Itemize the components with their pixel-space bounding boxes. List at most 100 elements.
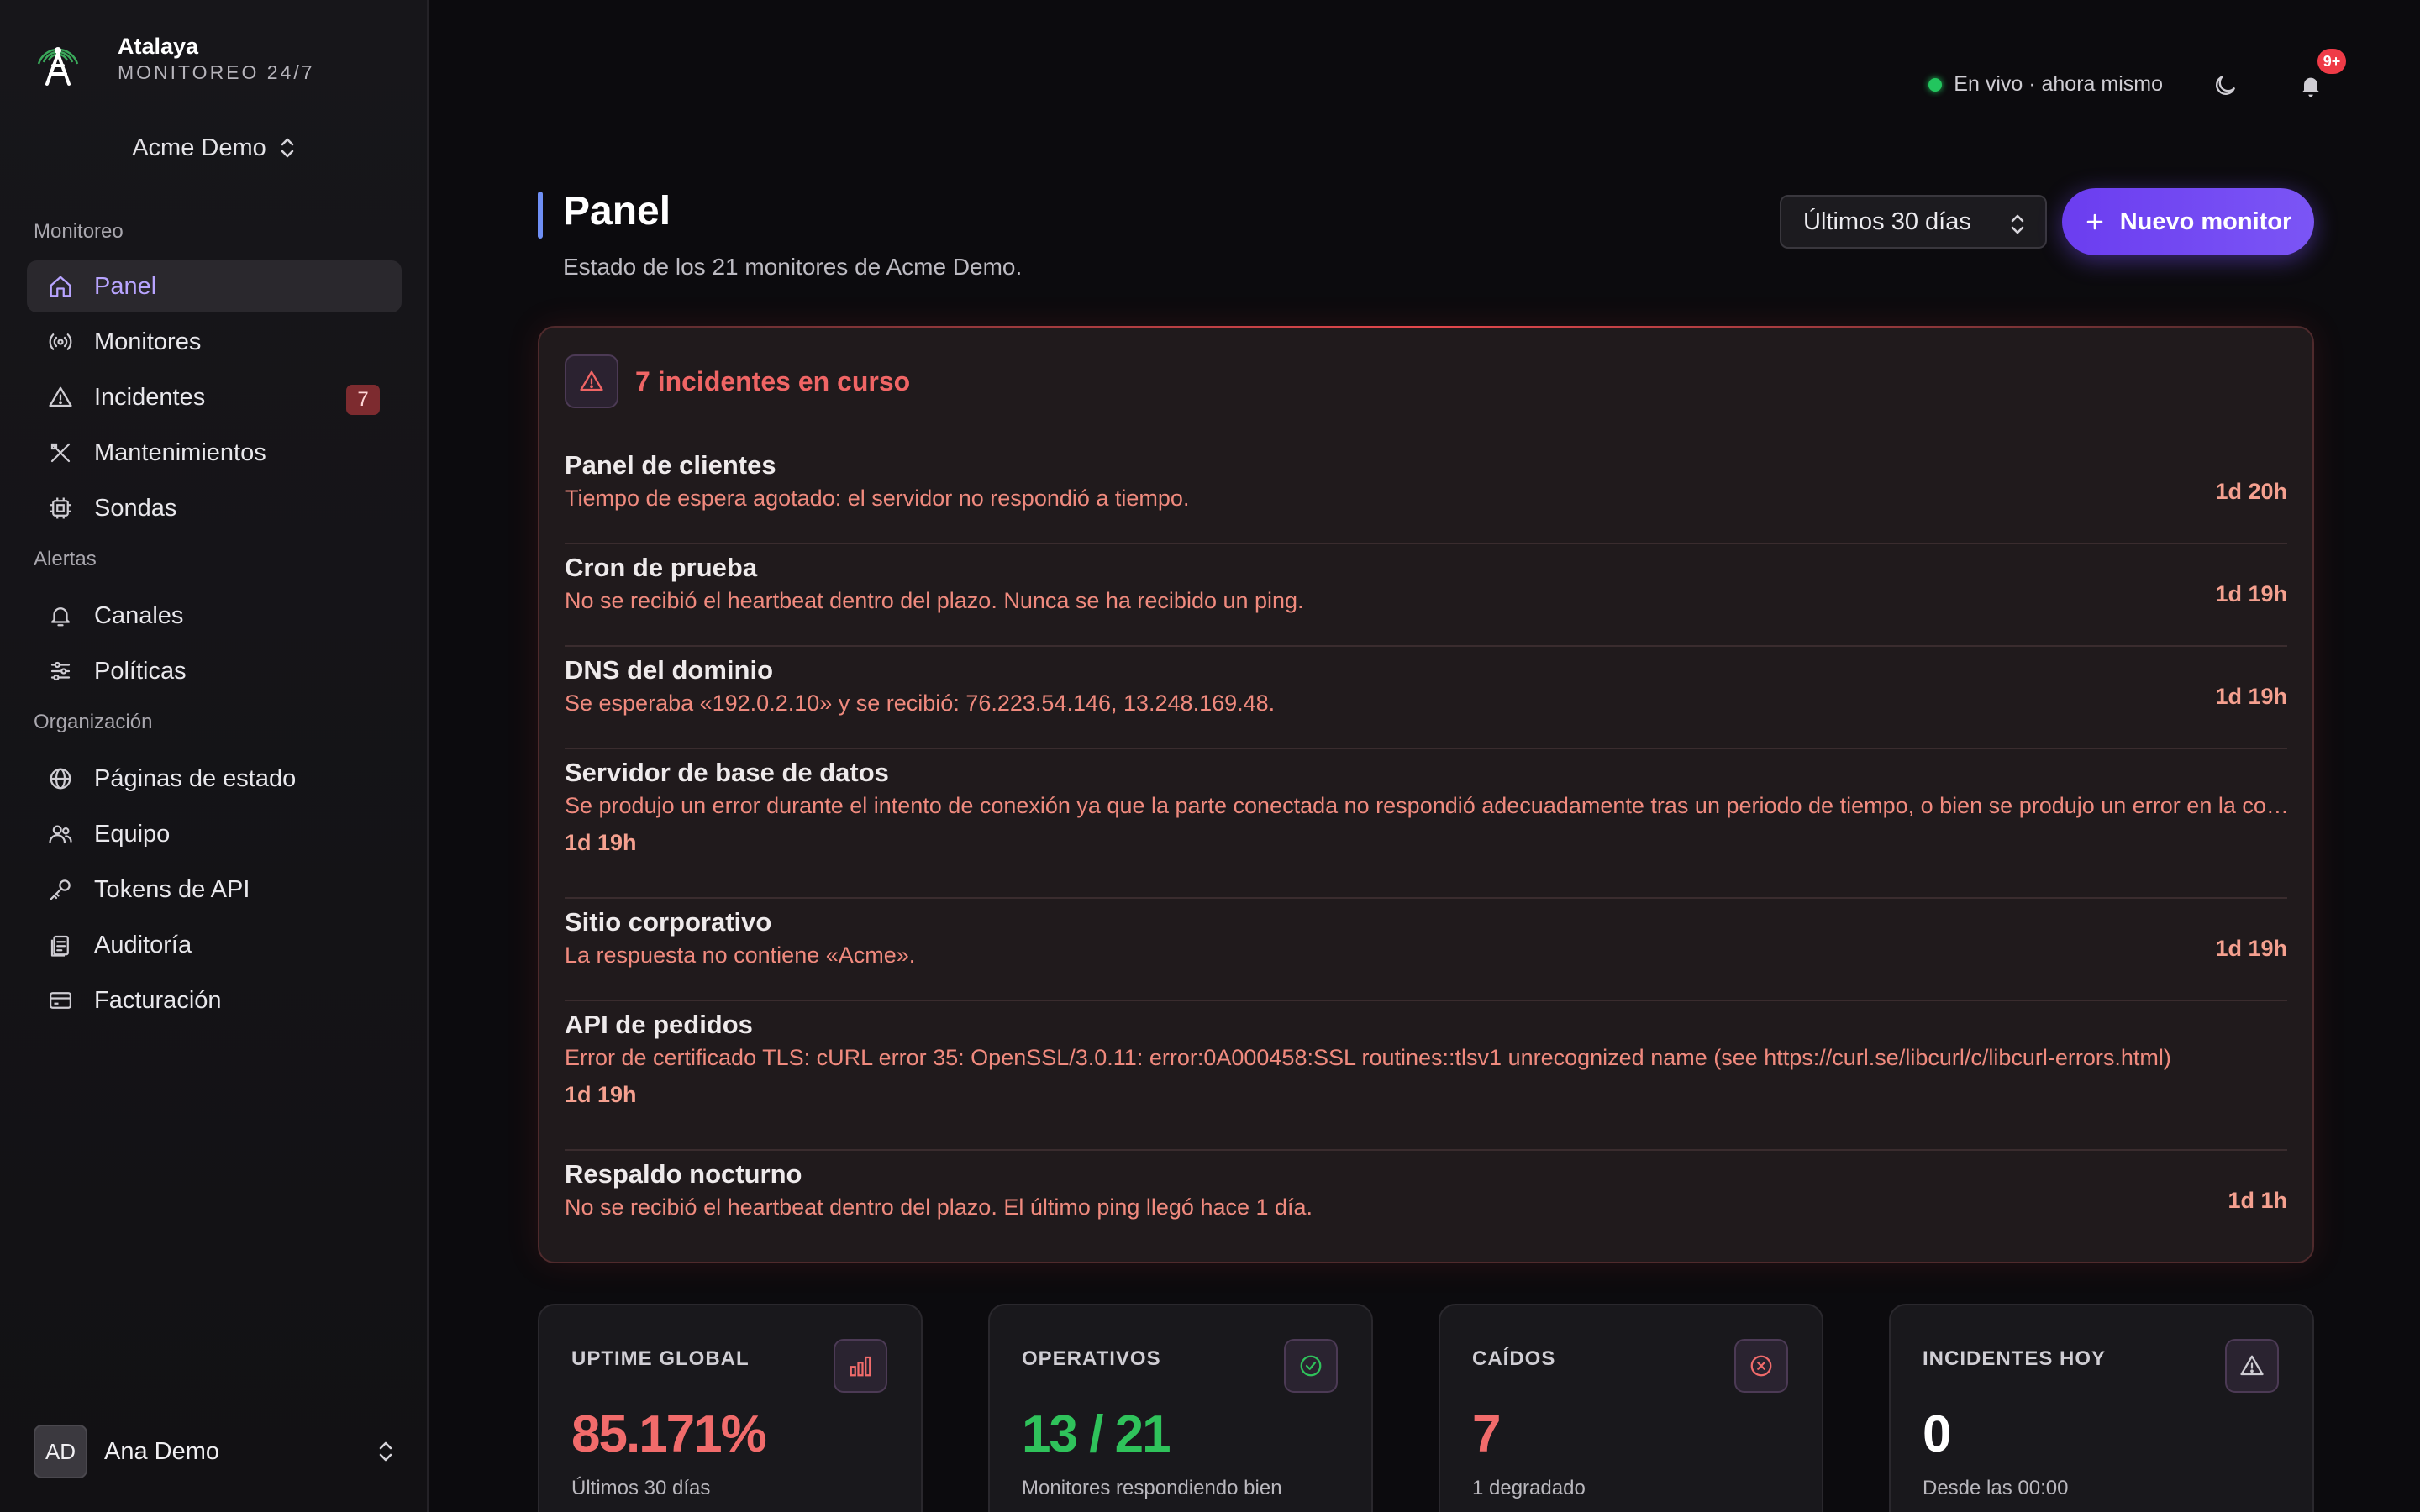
incident-description: No se recibió el heartbeat dentro del pl… xyxy=(565,1194,1313,1220)
users-icon xyxy=(47,821,74,848)
sidebar-item-label: Canales xyxy=(94,601,184,629)
check-circle-icon xyxy=(1284,1339,1338,1393)
key-icon xyxy=(47,876,74,903)
bar-chart-icon xyxy=(834,1339,887,1393)
stat-caption: 1 degradado xyxy=(1472,1477,1586,1499)
sidebar-item-label: Facturación xyxy=(94,986,222,1014)
user-name: Ana Demo xyxy=(104,1437,220,1465)
sidebar-item-incidentes[interactable]: Incidentes 7 xyxy=(27,371,402,423)
stat-caption: Últimos 30 días xyxy=(571,1477,711,1499)
page-title: Panel xyxy=(563,189,671,234)
incident-description: No se recibió el heartbeat dentro del pl… xyxy=(565,588,1304,613)
nav-section-monitoreo: Monitoreo xyxy=(34,220,124,243)
card-icon xyxy=(47,987,74,1014)
live-status-text: En vivo · ahora mismo xyxy=(1954,72,2163,96)
user-menu[interactable]: AD Ana Demo xyxy=(34,1425,395,1478)
stat-caption: Desde las 00:00 xyxy=(1923,1477,2069,1499)
incident-duration: 1d 19h xyxy=(2215,581,2287,606)
x-circle-icon xyxy=(1734,1339,1788,1393)
brand-name: Atalaya xyxy=(118,34,199,59)
sidebar-item-canales[interactable]: Canales xyxy=(27,590,402,642)
sidebar-item-label: Páginas de estado xyxy=(94,764,297,792)
date-range-select[interactable]: Últimos 30 días xyxy=(1780,195,2047,249)
sidebar-item-label: Monitores xyxy=(94,328,202,355)
incident-monitor-name: Servidor de base de datos xyxy=(565,758,889,787)
new-monitor-button[interactable]: Nuevo monitor xyxy=(2062,188,2314,255)
sidebar-item-paginas-de-estado[interactable]: Páginas de estado xyxy=(27,753,402,805)
stat-label: INCIDENTES HOY xyxy=(1923,1347,2107,1370)
incident-description: Se esperaba «192.0.2.10» y se recibió: 7… xyxy=(565,690,1276,716)
incident-duration: 1d 1h xyxy=(2228,1188,2287,1213)
active-incidents-panel: 7 incidentes en curso Panel de clientes … xyxy=(538,326,2314,1263)
stat-value: 13 / 21 xyxy=(1022,1405,1171,1463)
sidebar-item-facturacion[interactable]: Facturación xyxy=(27,974,402,1026)
incident-row[interactable]: Servidor de base de datos Se produjo un … xyxy=(565,749,2291,899)
incident-description: Se produjo un error durante el intento d… xyxy=(565,793,2291,818)
broadcast-icon xyxy=(47,328,74,355)
incident-duration: 1d 19h xyxy=(565,830,637,855)
stat-card-incidentes-hoy: INCIDENTES HOY 0 Desde las 00:00 xyxy=(1889,1304,2314,1512)
sidebar-item-mantenimientos[interactable]: Mantenimientos xyxy=(27,427,402,479)
incident-row[interactable]: Panel de clientes Tiempo de espera agota… xyxy=(565,442,2287,544)
new-monitor-label: Nuevo monitor xyxy=(2119,207,2292,235)
page-subtitle: Estado de los 21 monitores de Acme Demo. xyxy=(563,254,1023,280)
incident-monitor-name: Respaldo nocturno xyxy=(565,1159,802,1189)
sidebar-item-label: Incidentes xyxy=(94,383,206,411)
incident-duration: 1d 20h xyxy=(2215,479,2287,504)
alert-triangle-icon xyxy=(47,384,74,411)
incident-monitor-name: API de pedidos xyxy=(565,1010,753,1039)
sidebar-item-tokens-de-api[interactable]: Tokens de API xyxy=(27,864,402,916)
sidebar-item-label: Panel xyxy=(94,272,157,300)
stat-label: CAÍDOS xyxy=(1472,1347,1556,1370)
title-accent-bar xyxy=(538,192,543,239)
sidebar-item-panel[interactable]: Panel xyxy=(27,260,402,312)
incident-row[interactable]: DNS del dominio Se esperaba «192.0.2.10»… xyxy=(565,647,2287,749)
incident-monitor-name: Panel de clientes xyxy=(565,450,776,480)
stat-value: 7 xyxy=(1472,1405,1502,1463)
incident-description: Error de certificado TLS: cURL error 35:… xyxy=(565,1045,2171,1070)
organization-selector[interactable]: Acme Demo xyxy=(0,129,429,166)
incident-row[interactable]: Sitio corporativo La respuesta no contie… xyxy=(565,899,2287,1001)
sidebar-item-politicas[interactable]: Políticas xyxy=(27,645,402,697)
main-content: En vivo · ahora mismo 9+ Panel Estado de… xyxy=(430,0,2420,1512)
sidebar-item-sondas[interactable]: Sondas xyxy=(27,482,402,534)
sidebar-item-auditoria[interactable]: Auditoría xyxy=(27,919,402,971)
tools-icon xyxy=(47,439,74,466)
alert-triangle-icon xyxy=(565,354,618,408)
brand[interactable]: Atalaya MONITOREO 24/7 xyxy=(29,29,315,87)
sidebar: Atalaya MONITOREO 24/7 Acme Demo Monitor… xyxy=(0,0,429,1512)
incident-row[interactable]: Cron de prueba No se recibió el heartbea… xyxy=(565,544,2287,647)
theme-toggle-button[interactable] xyxy=(2208,69,2242,102)
incident-count-badge: 7 xyxy=(346,385,380,415)
avatar: AD xyxy=(34,1425,87,1478)
notifications-button[interactable]: 9+ xyxy=(2294,49,2346,102)
sidebar-item-monitores[interactable]: Monitores xyxy=(27,316,402,368)
bell-icon xyxy=(47,602,74,629)
moon-icon xyxy=(2216,76,2235,95)
home-icon xyxy=(47,273,74,300)
stat-card-operativos: OPERATIVOS 13 / 21 Monitores respondiend… xyxy=(988,1304,1373,1512)
incident-description: Tiempo de espera agotado: el servidor no… xyxy=(565,486,1190,511)
incident-duration: 1d 19h xyxy=(2215,684,2287,709)
sidebar-item-label: Mantenimientos xyxy=(94,438,266,466)
nav-section-alertas: Alertas xyxy=(34,548,97,570)
sidebar-item-label: Políticas xyxy=(94,657,187,685)
incident-row[interactable]: Respaldo nocturno No se recibió el heart… xyxy=(565,1151,2287,1253)
clipboard-icon xyxy=(47,932,74,958)
sidebar-item-equipo[interactable]: Equipo xyxy=(27,808,402,860)
incident-description: La respuesta no contiene «Acme». xyxy=(565,942,916,968)
sliders-icon xyxy=(47,658,74,685)
brand-tagline: MONITOREO 24/7 xyxy=(118,61,315,83)
organization-name: Acme Demo xyxy=(132,134,266,161)
sidebar-item-label: Tokens de API xyxy=(94,875,250,903)
globe-icon xyxy=(47,765,74,792)
chevron-up-down-icon xyxy=(2011,214,2024,234)
incidents-title: 7 incidentes en curso xyxy=(635,365,911,396)
incident-monitor-name: Sitio corporativo xyxy=(565,907,772,937)
incident-row[interactable]: API de pedidos Error de certificado TLS:… xyxy=(565,1001,2287,1151)
stat-card-uptime: UPTIME GLOBAL 85.171% Últimos 30 días xyxy=(538,1304,923,1512)
alert-triangle-icon xyxy=(2225,1339,2279,1393)
stat-label: OPERATIVOS xyxy=(1022,1347,1161,1370)
bell-icon xyxy=(2302,77,2320,97)
chevron-up-down-icon xyxy=(281,138,294,158)
